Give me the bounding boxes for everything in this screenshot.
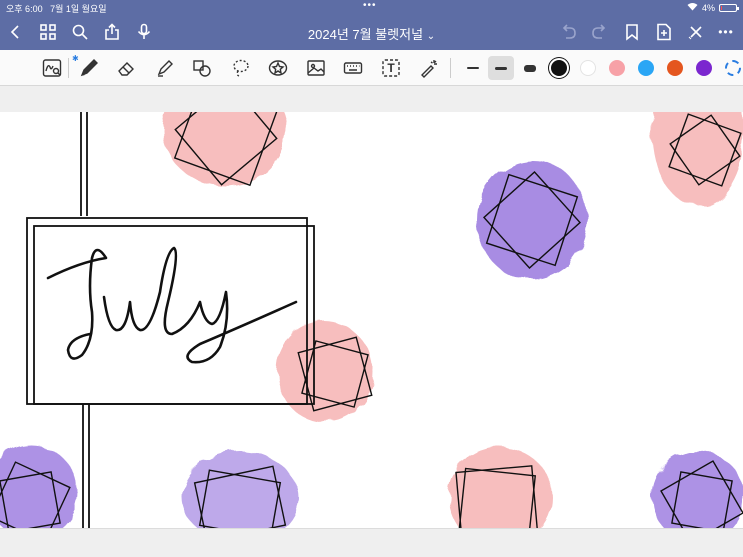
image-tool-icon[interactable] (304, 56, 328, 80)
more-icon[interactable]: ••• (716, 22, 736, 42)
lasso-tool-icon[interactable] (229, 56, 253, 80)
highlighter-tool-icon[interactable] (153, 56, 177, 80)
thickness-thick-option[interactable] (517, 56, 543, 80)
share-icon[interactable] (102, 22, 122, 42)
grid-icon[interactable] (38, 22, 58, 42)
sticker-tool-icon[interactable] (266, 56, 290, 80)
text-tool-icon[interactable]: T (379, 56, 403, 80)
drawing-toolbar: ✱ T (0, 50, 743, 86)
eraser-tool-icon[interactable] (114, 56, 138, 80)
chevron-down-icon[interactable]: ⌄ (427, 31, 435, 42)
notebook-title[interactable]: 2024년 7월 불렛저널 (308, 27, 423, 42)
add-page-icon[interactable] (654, 22, 674, 42)
color-swatch-selected[interactable] (551, 60, 567, 76)
title-frame (26, 217, 315, 405)
handwriting-recognition-icon[interactable] (40, 56, 64, 80)
page-drawing (0, 112, 743, 528)
undo-icon[interactable] (558, 22, 578, 42)
back-icon[interactable] (6, 22, 26, 42)
page-margin (0, 86, 743, 112)
pink-watercolor-blob (652, 112, 743, 206)
color-swatch[interactable] (638, 60, 654, 76)
mic-icon[interactable] (134, 22, 154, 42)
redo-icon[interactable] (590, 22, 610, 42)
color-swatch[interactable] (609, 60, 625, 76)
multitask-dots[interactable]: ••• (363, 0, 377, 11)
pen-tool-icon[interactable] (77, 56, 101, 80)
color-swatch[interactable] (580, 60, 596, 76)
status-time: 오후 6:00 (6, 4, 43, 14)
color-picker-icon[interactable] (725, 60, 741, 76)
shapes-tool-icon[interactable] (190, 56, 214, 80)
close-icon[interactable] (686, 22, 706, 42)
battery-icon (719, 3, 739, 12)
purple-watercolor-blob (182, 451, 298, 528)
page-bottom-area (0, 528, 743, 557)
laser-pointer-icon[interactable] (417, 56, 441, 80)
battery-level-fill (721, 5, 722, 10)
status-bar: 오후 6:00 7월 1일 월요일 ••• 4% (0, 0, 743, 14)
color-swatch[interactable] (667, 60, 683, 76)
thickness-thin-option[interactable] (460, 56, 486, 80)
notebook-page-canvas[interactable] (0, 112, 743, 528)
battery-percent: 4% (701, 2, 715, 13)
toolbar-divider (450, 58, 451, 78)
bookmark-icon[interactable] (622, 22, 642, 42)
purple-watercolor-blob (0, 446, 78, 528)
keyboard-tool-icon[interactable] (341, 56, 365, 80)
color-swatch[interactable] (696, 60, 712, 76)
status-date: 7월 1일 월요일 (50, 4, 107, 14)
text-tool-label: T (387, 61, 395, 75)
toolbar-divider (68, 58, 69, 78)
wifi-icon (687, 2, 698, 13)
thickness-medium-option[interactable] (488, 56, 514, 80)
pink-watercolor-blob (163, 112, 287, 186)
notebook-nav-bar: 2024년 7월 불렛저널 ⌄ ••• (0, 14, 743, 50)
search-icon[interactable] (70, 22, 90, 42)
